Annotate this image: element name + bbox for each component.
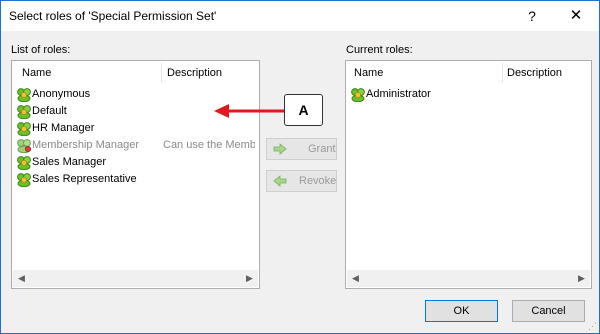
current-roles-listbox[interactable]: Name Description Administrator ◀ ▶ (345, 60, 592, 289)
column-separator[interactable] (502, 63, 503, 83)
select-roles-dialog: Select roles of 'Special Permission Set'… (0, 0, 600, 334)
role-users-icon (17, 88, 31, 102)
horizontal-scrollbar[interactable]: ◀ ▶ (347, 270, 590, 287)
name-column-header[interactable]: Name (354, 67, 383, 79)
role-name: Anonymous (32, 88, 91, 100)
role-row-anonymous[interactable]: Anonymous (14, 86, 248, 103)
scroll-right-icon[interactable]: ▶ (241, 270, 258, 287)
role-users-icon (17, 105, 31, 119)
list-of-roles-listbox[interactable]: Name Description Anonymous Default HR Ma… (11, 60, 260, 289)
role-name: Default (32, 105, 67, 117)
role-row-sales-manager[interactable]: Sales Manager (14, 154, 248, 171)
role-users-icon (17, 122, 31, 136)
role-name: Sales Representative (32, 173, 137, 185)
name-column-header[interactable]: Name (22, 67, 51, 79)
role-name: HR Manager (32, 122, 95, 134)
scroll-right-icon[interactable]: ▶ (573, 270, 590, 287)
annotation-callout: A (284, 94, 323, 126)
role-name: Membership Manager (32, 139, 139, 151)
role-row-administrator[interactable]: Administrator (348, 86, 582, 103)
green-right-arrow-icon (273, 143, 287, 155)
annotation-arrow-icon (214, 104, 285, 118)
cancel-button[interactable]: Cancel (512, 300, 585, 322)
horizontal-scrollbar[interactable]: ◀ ▶ (13, 270, 258, 287)
current-roles-label: Current roles: (346, 44, 413, 56)
close-button[interactable]: ✕ (559, 5, 593, 27)
help-button[interactable]: ? (519, 5, 545, 27)
current-roles-header: Name Description (346, 61, 591, 85)
ok-button[interactable]: OK (425, 300, 498, 322)
role-description: Can use the Membe (163, 139, 255, 151)
resize-grip-icon[interactable]: ⋰ (588, 321, 597, 332)
list-of-roles-header: Name Description (12, 61, 259, 85)
role-row-membership-manager[interactable]: Membership Manager Can use the Membe (14, 137, 255, 154)
role-users-icon (17, 173, 31, 187)
revoke-button[interactable]: Revoke (266, 170, 337, 192)
revoke-label: Revoke (299, 175, 337, 187)
role-row-sales-representative[interactable]: Sales Representative (14, 171, 248, 188)
role-users-disabled-icon (17, 139, 31, 153)
grant-label: Grant (308, 143, 336, 155)
role-name: Sales Manager (32, 156, 106, 168)
role-users-icon (351, 88, 365, 102)
title-bar: Select roles of 'Special Permission Set'… (1, 1, 599, 31)
role-users-icon (17, 156, 31, 170)
role-name: Administrator (366, 88, 431, 100)
green-left-arrow-icon (273, 175, 287, 187)
list-of-roles-label: List of roles: (11, 44, 71, 56)
scroll-left-icon[interactable]: ◀ (13, 270, 30, 287)
column-separator[interactable] (161, 63, 162, 83)
role-row-hr-manager[interactable]: HR Manager (14, 120, 248, 137)
dialog-title: Select roles of 'Special Permission Set' (9, 9, 217, 23)
description-column-header[interactable]: Description (167, 67, 222, 79)
description-column-header[interactable]: Description (507, 67, 562, 79)
scroll-left-icon[interactable]: ◀ (347, 270, 364, 287)
grant-button[interactable]: Grant (266, 138, 337, 160)
